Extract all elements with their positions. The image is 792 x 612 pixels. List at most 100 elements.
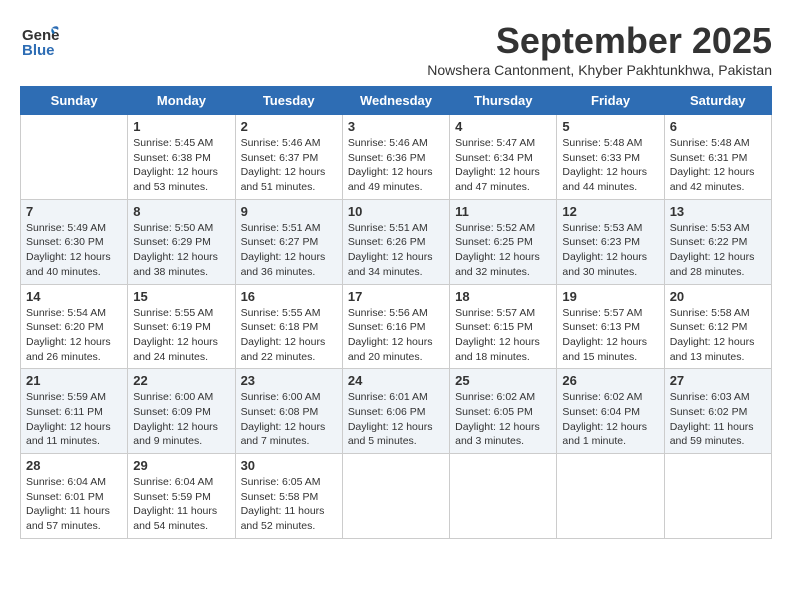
day-number: 21 xyxy=(26,373,122,388)
day-info: Sunrise: 5:49 AMSunset: 6:30 PMDaylight:… xyxy=(26,221,122,280)
day-number: 14 xyxy=(26,289,122,304)
day-info: Sunrise: 5:58 AMSunset: 6:12 PMDaylight:… xyxy=(670,306,766,365)
day-number: 1 xyxy=(133,119,229,134)
weekday-header: Thursday xyxy=(450,87,557,115)
day-number: 12 xyxy=(562,204,658,219)
calendar-week-row: 28 Sunrise: 6:04 AMSunset: 6:01 PMDayligh… xyxy=(21,454,772,539)
svg-text:Blue: Blue xyxy=(22,42,55,59)
calendar-day-cell: 6 Sunrise: 5:48 AMSunset: 6:31 PMDaylight… xyxy=(664,115,771,200)
day-number: 13 xyxy=(670,204,766,219)
day-info: Sunrise: 6:04 AMSunset: 6:01 PMDaylight:… xyxy=(26,475,122,534)
location-subtitle: Nowshera Cantonment, Khyber Pakhtunkhwa,… xyxy=(427,62,772,78)
day-info: Sunrise: 6:02 AMSunset: 6:04 PMDaylight:… xyxy=(562,390,658,449)
calendar-day-cell: 25Sunrise: 6:02 AMSunset: 6:05 PMDayligh… xyxy=(450,369,557,454)
calendar-day-cell: 17Sunrise: 5:56 AMSunset: 6:16 PMDayligh… xyxy=(342,284,449,369)
day-number: 16 xyxy=(241,289,337,304)
weekday-header: Monday xyxy=(128,87,235,115)
calendar-day-cell: 24Sunrise: 6:01 AMSunset: 6:06 PMDayligh… xyxy=(342,369,449,454)
calendar-week-row: 7 Sunrise: 5:49 AMSunset: 6:30 PMDaylight… xyxy=(21,199,772,284)
day-info: Sunrise: 5:55 AMSunset: 6:18 PMDaylight:… xyxy=(241,306,337,365)
calendar-week-row: 14 Sunrise: 5:54 AMSunset: 6:20 PMDayligh… xyxy=(21,284,772,369)
calendar-day-cell xyxy=(557,454,664,539)
day-info: Sunrise: 5:51 AMSunset: 6:27 PMDaylight:… xyxy=(241,221,337,280)
day-info: Sunrise: 5:50 AMSunset: 6:29 PMDaylight:… xyxy=(133,221,229,280)
day-info: Sunrise: 5:46 AMSunset: 6:36 PMDaylight:… xyxy=(348,136,444,195)
calendar-day-cell: 26 Sunrise: 6:02 AMSunset: 6:04 PMDayligh… xyxy=(557,369,664,454)
day-info: Sunrise: 5:57 AMSunset: 6:13 PMDaylight:… xyxy=(562,306,658,365)
calendar-day-cell: 12 Sunrise: 5:53 AMSunset: 6:23 PMDayligh… xyxy=(557,199,664,284)
calendar-day-cell: 18Sunrise: 5:57 AMSunset: 6:15 PMDayligh… xyxy=(450,284,557,369)
calendar-day-cell: 3Sunrise: 5:46 AMSunset: 6:36 PMDaylight… xyxy=(342,115,449,200)
calendar-day-cell xyxy=(450,454,557,539)
calendar-day-cell: 15 Sunrise: 5:55 AMSunset: 6:19 PMDayligh… xyxy=(128,284,235,369)
calendar-day-cell: 11 Sunrise: 5:52 AMSunset: 6:25 PMDayligh… xyxy=(450,199,557,284)
calendar-week-row: 21 Sunrise: 5:59 AMSunset: 6:11 PMDayligh… xyxy=(21,369,772,454)
calendar-day-cell: 5Sunrise: 5:48 AMSunset: 6:33 PMDaylight… xyxy=(557,115,664,200)
calendar-day-cell xyxy=(21,115,128,200)
day-number: 10 xyxy=(348,204,444,219)
day-number: 11 xyxy=(455,204,551,219)
calendar-day-cell: 20 Sunrise: 5:58 AMSunset: 6:12 PMDayligh… xyxy=(664,284,771,369)
day-number: 15 xyxy=(133,289,229,304)
day-number: 22 xyxy=(133,373,229,388)
day-number: 17 xyxy=(348,289,444,304)
calendar-day-cell: 7 Sunrise: 5:49 AMSunset: 6:30 PMDaylight… xyxy=(21,199,128,284)
weekday-header: Saturday xyxy=(664,87,771,115)
day-number: 26 xyxy=(562,373,658,388)
calendar-day-cell: 2Sunrise: 5:46 AMSunset: 6:37 PMDaylight… xyxy=(235,115,342,200)
day-info: Sunrise: 5:52 AMSunset: 6:25 PMDaylight:… xyxy=(455,221,551,280)
page-header: General Blue September 2025 Nowshera Can… xyxy=(20,20,772,78)
day-number: 2 xyxy=(241,119,337,134)
day-info: Sunrise: 5:53 AMSunset: 6:23 PMDaylight:… xyxy=(562,221,658,280)
day-info: Sunrise: 5:59 AMSunset: 6:11 PMDaylight:… xyxy=(26,390,122,449)
day-info: Sunrise: 6:04 AMSunset: 5:59 PMDaylight:… xyxy=(133,475,229,534)
day-number: 29 xyxy=(133,458,229,473)
logo: General Blue xyxy=(20,20,60,65)
day-info: Sunrise: 6:00 AMSunset: 6:08 PMDaylight:… xyxy=(241,390,337,449)
calendar-day-cell: 10 Sunrise: 5:51 AMSunset: 6:26 PMDayligh… xyxy=(342,199,449,284)
day-info: Sunrise: 5:55 AMSunset: 6:19 PMDaylight:… xyxy=(133,306,229,365)
calendar-day-cell: 13 Sunrise: 5:53 AMSunset: 6:22 PMDayligh… xyxy=(664,199,771,284)
weekday-header: Wednesday xyxy=(342,87,449,115)
day-info: Sunrise: 5:45 AMSunset: 6:38 PMDaylight:… xyxy=(133,136,229,195)
day-info: Sunrise: 6:03 AMSunset: 6:02 PMDaylight:… xyxy=(670,390,766,449)
day-info: Sunrise: 6:00 AMSunset: 6:09 PMDaylight:… xyxy=(133,390,229,449)
day-number: 5 xyxy=(562,119,658,134)
day-number: 27 xyxy=(670,373,766,388)
calendar-day-cell: 1 Sunrise: 5:45 AMSunset: 6:38 PMDaylight… xyxy=(128,115,235,200)
calendar-day-cell: 27 Sunrise: 6:03 AMSunset: 6:02 PMDayligh… xyxy=(664,369,771,454)
calendar-day-cell: 21 Sunrise: 5:59 AMSunset: 6:11 PMDayligh… xyxy=(21,369,128,454)
day-number: 20 xyxy=(670,289,766,304)
day-number: 19 xyxy=(562,289,658,304)
day-number: 7 xyxy=(26,204,122,219)
weekday-header: Sunday xyxy=(21,87,128,115)
day-info: Sunrise: 6:02 AMSunset: 6:05 PMDaylight:… xyxy=(455,390,551,449)
day-info: Sunrise: 6:05 AMSunset: 5:58 PMDaylight:… xyxy=(241,475,337,534)
month-title: September 2025 xyxy=(427,20,772,62)
day-number: 28 xyxy=(26,458,122,473)
day-number: 24 xyxy=(348,373,444,388)
day-info: Sunrise: 5:48 AMSunset: 6:31 PMDaylight:… xyxy=(670,136,766,195)
weekday-header: Friday xyxy=(557,87,664,115)
day-number: 6 xyxy=(670,119,766,134)
day-info: Sunrise: 5:57 AMSunset: 6:15 PMDaylight:… xyxy=(455,306,551,365)
calendar-day-cell xyxy=(342,454,449,539)
day-number: 23 xyxy=(241,373,337,388)
day-info: Sunrise: 5:51 AMSunset: 6:26 PMDaylight:… xyxy=(348,221,444,280)
calendar-day-cell: 30Sunrise: 6:05 AMSunset: 5:58 PMDayligh… xyxy=(235,454,342,539)
calendar-day-cell: 9 Sunrise: 5:51 AMSunset: 6:27 PMDaylight… xyxy=(235,199,342,284)
day-number: 8 xyxy=(133,204,229,219)
calendar-day-cell: 16 Sunrise: 5:55 AMSunset: 6:18 PMDayligh… xyxy=(235,284,342,369)
day-info: Sunrise: 5:47 AMSunset: 6:34 PMDaylight:… xyxy=(455,136,551,195)
calendar-day-cell: 23 Sunrise: 6:00 AMSunset: 6:08 PMDayligh… xyxy=(235,369,342,454)
calendar-day-cell: 4 Sunrise: 5:47 AMSunset: 6:34 PMDaylight… xyxy=(450,115,557,200)
calendar-header-row: SundayMondayTuesdayWednesdayThursdayFrid… xyxy=(21,87,772,115)
calendar-day-cell xyxy=(664,454,771,539)
day-info: Sunrise: 5:54 AMSunset: 6:20 PMDaylight:… xyxy=(26,306,122,365)
day-number: 4 xyxy=(455,119,551,134)
title-section: September 2025 Nowshera Cantonment, Khyb… xyxy=(427,20,772,78)
calendar-day-cell: 22 Sunrise: 6:00 AMSunset: 6:09 PMDayligh… xyxy=(128,369,235,454)
day-info: Sunrise: 5:53 AMSunset: 6:22 PMDaylight:… xyxy=(670,221,766,280)
calendar-day-cell: 14 Sunrise: 5:54 AMSunset: 6:20 PMDayligh… xyxy=(21,284,128,369)
day-number: 9 xyxy=(241,204,337,219)
